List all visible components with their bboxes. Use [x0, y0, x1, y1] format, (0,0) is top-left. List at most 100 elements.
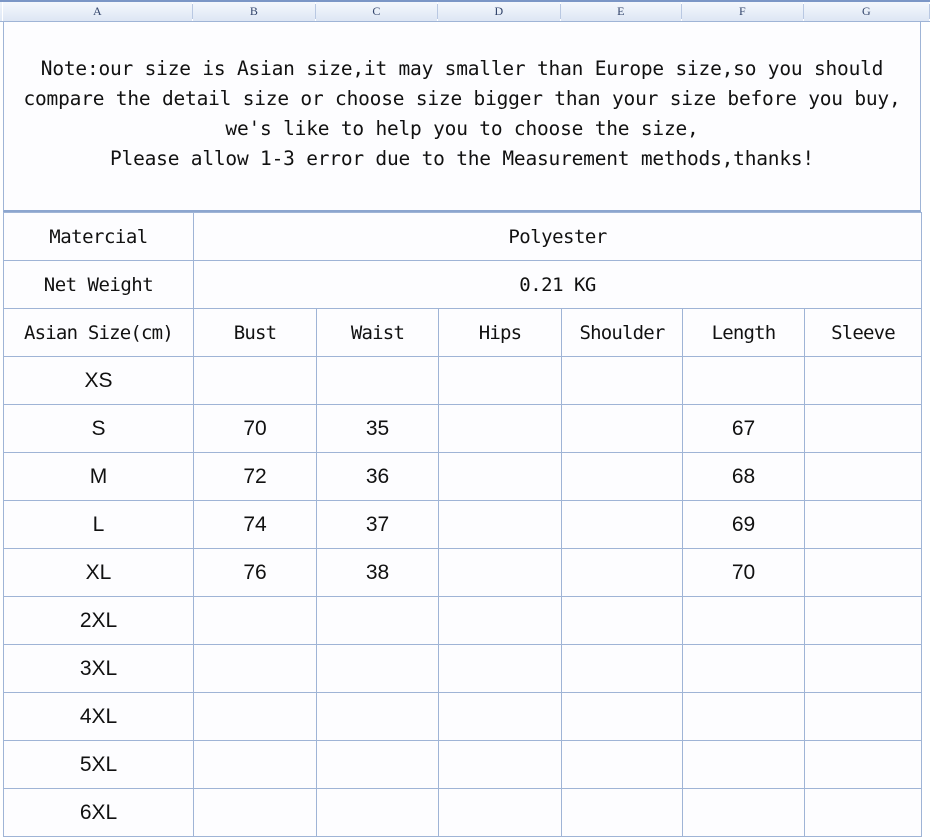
sleeve-cell[interactable] — [803, 548, 923, 597]
column-header-b[interactable]: B — [193, 2, 316, 21]
header-cell-shoulder[interactable]: Shoulder — [561, 308, 683, 357]
column-header-f[interactable]: F — [682, 2, 804, 21]
length-cell[interactable] — [682, 692, 805, 741]
shoulder-cell[interactable] — [561, 500, 683, 549]
size-cell[interactable]: 6XL — [3, 788, 194, 837]
shoulder-cell[interactable] — [561, 596, 683, 645]
column-header-c[interactable]: C — [316, 2, 438, 21]
table-row: 2XL — [3, 596, 923, 645]
hips-cell[interactable] — [438, 404, 562, 453]
waist-cell[interactable]: 37 — [316, 500, 439, 549]
bust-cell[interactable] — [193, 596, 317, 645]
column-header-a[interactable]: A — [3, 2, 193, 21]
length-cell[interactable] — [682, 356, 805, 405]
header-cell-hips[interactable]: Hips — [438, 308, 562, 357]
size-cell[interactable]: XS — [3, 356, 194, 405]
header-cell-length[interactable]: Length — [682, 308, 805, 357]
bust-cell[interactable] — [193, 740, 317, 789]
shoulder-cell[interactable] — [561, 404, 683, 453]
table-row: XS — [3, 356, 923, 405]
matercial-label-cell[interactable]: Matercial — [3, 212, 194, 261]
column-header-g[interactable]: G — [804, 2, 930, 21]
waist-cell[interactable]: 36 — [316, 452, 439, 501]
shoulder-cell[interactable] — [561, 692, 683, 741]
column-header-f-label: F — [739, 4, 746, 18]
waist-cell[interactable] — [316, 356, 439, 405]
waist-cell[interactable] — [316, 740, 439, 789]
table-row: L 74 37 69 — [3, 500, 923, 549]
sleeve-cell[interactable] — [803, 596, 923, 645]
size-cell[interactable]: L — [3, 500, 194, 549]
size-cell[interactable]: 4XL — [3, 692, 194, 741]
sleeve-cell[interactable] — [803, 644, 923, 693]
bust-cell[interactable]: 76 — [193, 548, 317, 597]
sleeve-cell[interactable] — [803, 404, 923, 453]
note-merged-cell[interactable]: Note:our size is Asian size,it may small… — [3, 22, 921, 212]
hips-cell[interactable] — [438, 788, 562, 837]
table-row: 5XL — [3, 740, 923, 789]
sleeve-cell[interactable] — [803, 692, 923, 741]
sleeve-cell[interactable] — [803, 500, 923, 549]
waist-cell[interactable]: 35 — [316, 404, 439, 453]
header-cell-asian-size[interactable]: Asian Size(cm) — [3, 308, 194, 357]
header-cell-sleeve[interactable]: Sleeve — [803, 308, 923, 357]
shoulder-cell[interactable] — [561, 452, 683, 501]
bust-cell[interactable]: 74 — [193, 500, 317, 549]
bust-cell[interactable] — [193, 788, 317, 837]
length-cell[interactable]: 70 — [682, 548, 805, 597]
bust-cell[interactable] — [193, 356, 317, 405]
length-cell[interactable] — [682, 596, 805, 645]
shoulder-cell[interactable] — [561, 644, 683, 693]
waist-cell[interactable] — [316, 788, 439, 837]
hips-cell[interactable] — [438, 500, 562, 549]
bust-cell[interactable]: 70 — [193, 404, 317, 453]
net-weight-value-cell[interactable]: 0.21 KG — [192, 260, 923, 309]
shoulder-cell[interactable] — [561, 788, 683, 837]
table-row: 3XL — [3, 644, 923, 693]
size-cell[interactable]: 3XL — [3, 644, 194, 693]
size-cell[interactable]: M — [3, 452, 194, 501]
hips-cell[interactable] — [438, 596, 562, 645]
size-cell[interactable]: 5XL — [3, 740, 194, 789]
length-cell[interactable] — [682, 788, 805, 837]
length-cell[interactable] — [682, 644, 805, 693]
size-cell[interactable]: S — [3, 404, 194, 453]
bust-cell[interactable] — [193, 692, 317, 741]
table-row: XL 76 38 70 — [3, 548, 923, 597]
length-cell[interactable]: 68 — [682, 452, 805, 501]
column-header-d[interactable]: D — [438, 2, 561, 21]
shoulder-cell[interactable] — [561, 548, 683, 597]
length-cell[interactable]: 69 — [682, 500, 805, 549]
waist-cell[interactable] — [316, 692, 439, 741]
header-cell-bust[interactable]: Bust — [193, 308, 317, 357]
net-weight-label-cell[interactable]: Net Weight — [3, 260, 194, 309]
sleeve-cell[interactable] — [803, 356, 923, 405]
length-cell[interactable] — [682, 740, 805, 789]
spreadsheet-sheet: A B C D E F G Note:our size is Asian siz… — [0, 0, 930, 837]
bust-cell[interactable]: 72 — [193, 452, 317, 501]
note-line-4: Please allow 1-3 error due to the Measur… — [110, 147, 814, 170]
shoulder-cell[interactable] — [561, 740, 683, 789]
note-line-1: Note:our size is Asian size,it may small… — [40, 57, 884, 80]
size-cell[interactable]: XL — [3, 548, 194, 597]
hips-cell[interactable] — [438, 356, 562, 405]
sleeve-cell[interactable] — [803, 788, 923, 837]
sleeve-cell[interactable] — [803, 740, 923, 789]
waist-cell[interactable]: 38 — [316, 548, 439, 597]
header-cell-waist[interactable]: Waist — [316, 308, 439, 357]
column-header-e[interactable]: E — [561, 2, 682, 21]
hips-cell[interactable] — [438, 548, 562, 597]
length-cell[interactable]: 67 — [682, 404, 805, 453]
column-header-a-label: A — [93, 4, 102, 18]
bust-cell[interactable] — [193, 644, 317, 693]
shoulder-cell[interactable] — [561, 356, 683, 405]
waist-cell[interactable] — [316, 644, 439, 693]
hips-cell[interactable] — [438, 644, 562, 693]
waist-cell[interactable] — [316, 596, 439, 645]
size-cell[interactable]: 2XL — [3, 596, 194, 645]
matercial-value-cell[interactable]: Polyester — [192, 212, 923, 261]
hips-cell[interactable] — [438, 692, 562, 741]
hips-cell[interactable] — [438, 740, 562, 789]
sleeve-cell[interactable] — [803, 452, 923, 501]
hips-cell[interactable] — [438, 452, 562, 501]
